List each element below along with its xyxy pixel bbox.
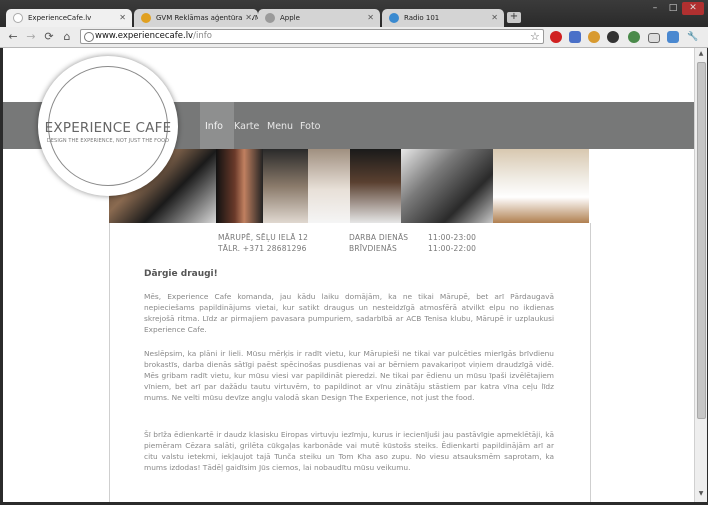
forward-icon[interactable]: →	[24, 30, 38, 44]
opera-extension-icon[interactable]	[550, 31, 562, 43]
tab-gvm[interactable]: GVM Reklāmas aģentūra GVM | ... ✕	[134, 9, 258, 27]
new-tab-button[interactable]: +	[507, 12, 521, 23]
close-window-button[interactable]: ✕	[682, 2, 704, 15]
scroll-thumb[interactable]	[697, 62, 706, 419]
wrench-icon[interactable]: 🔧	[686, 30, 700, 44]
minimize-button[interactable]: –	[646, 2, 664, 15]
photo-interior-2	[216, 149, 263, 223]
nav-foto[interactable]: Foto	[300, 102, 320, 149]
logo-title: EXPERIENCE CAFE	[44, 120, 172, 136]
nav-info[interactable]: Info	[200, 102, 234, 149]
close-tab-icon[interactable]: ✕	[119, 9, 126, 27]
screen-extension-icon[interactable]	[667, 31, 679, 43]
translate-extension-icon[interactable]	[569, 31, 581, 43]
tab-title: GVM Reklāmas aģentūra GVM | ...	[156, 14, 258, 22]
browser-window: ExperienceCafe.lv ✕ GVM Reklāmas aģentūr…	[0, 0, 708, 505]
greeting-heading: Dārgie draugi!	[144, 269, 218, 279]
photo-interior-5	[401, 149, 493, 223]
tab-radio101[interactable]: Radio 101 ✕	[382, 9, 504, 27]
nav-karte[interactable]: Karte	[234, 102, 259, 149]
globe-icon	[84, 32, 94, 42]
maximize-button[interactable]: □	[664, 2, 682, 15]
favicon-icon	[389, 13, 399, 23]
paragraph-3: Šī brīža ēdienkartē ir daudz klasisku Ei…	[144, 430, 554, 472]
logo-tagline: DESIGN THE EXPERIENCE, NOT JUST THE FOOD	[46, 138, 170, 144]
close-tab-icon[interactable]: ✕	[491, 9, 498, 27]
nav-menu[interactable]: Menu	[267, 102, 293, 149]
close-tab-icon[interactable]: ✕	[245, 9, 252, 27]
reload-icon[interactable]: ⟳	[42, 30, 56, 44]
cat-extension-icon[interactable]	[588, 31, 600, 43]
hours-label-weekdays: DARBA DIENĀS	[349, 233, 409, 242]
home-icon[interactable]: ⌂	[60, 30, 74, 44]
photo-interior-3	[263, 149, 308, 223]
globe-extension-icon[interactable]	[628, 31, 640, 43]
scroll-down-icon[interactable]: ▼	[697, 490, 705, 498]
tab-title: Apple	[280, 14, 300, 22]
tab-strip: ExperienceCafe.lv ✕ GVM Reklāmas aģentūr…	[0, 0, 708, 27]
scroll-up-icon[interactable]: ▲	[697, 50, 705, 58]
photo-table-1	[308, 149, 350, 223]
toolbar: ← → ⟳ ⌂ www.experiencecafe.lv/info	[0, 27, 708, 48]
hours-value-weekend: 11:00-22:00	[428, 244, 477, 253]
photo-strip	[109, 149, 589, 223]
close-tab-icon[interactable]: ✕	[367, 9, 374, 27]
tab-experiencecafe[interactable]: ExperienceCafe.lv ✕	[6, 9, 132, 27]
paragraph-2: Neslēpsim, ka plāni ir lieli. Mūsu mērķi…	[144, 349, 554, 402]
experience-cafe-logo[interactable]: EXPERIENCE CAFE DESIGN THE EXPERIENCE, N…	[38, 56, 178, 196]
favicon-icon	[141, 13, 151, 23]
dark-extension-icon[interactable]	[607, 31, 619, 43]
address-path: /info	[193, 31, 212, 41]
address-host: www.experiencecafe.lv	[95, 31, 194, 41]
photo-interior-4	[350, 149, 401, 223]
tab-title: Radio 101	[404, 14, 440, 22]
tab-apple[interactable]: Apple ✕	[258, 9, 380, 27]
favicon-icon	[13, 13, 23, 23]
address-bar[interactable]: www.experiencecafe.lv/info	[80, 29, 544, 44]
window-extension-icon[interactable]	[648, 33, 660, 43]
hours-value-weekdays: 11:00-23:00	[428, 233, 477, 242]
apple-icon	[265, 13, 275, 23]
phone-line: TĀLR. +371 28681296	[218, 244, 307, 253]
photo-food-plate	[493, 149, 589, 223]
page-viewport: Info Karte Menu Foto MĀRUPĒ, SĒĻU IELĀ 1…	[3, 48, 694, 502]
bookmark-star-icon[interactable]: ☆	[530, 30, 540, 43]
tab-title: ExperienceCafe.lv	[28, 14, 92, 22]
hours-label-weekend: BRĪVDIENĀS	[349, 244, 397, 253]
paragraph-1: Mēs, Experience Cafe komanda, jau kādu l…	[144, 292, 554, 334]
address-line-1: MĀRUPĒ, SĒĻU IELĀ 12	[218, 233, 309, 242]
vertical-scrollbar[interactable]: ▲ ▼	[694, 48, 707, 502]
back-icon[interactable]: ←	[6, 30, 20, 44]
